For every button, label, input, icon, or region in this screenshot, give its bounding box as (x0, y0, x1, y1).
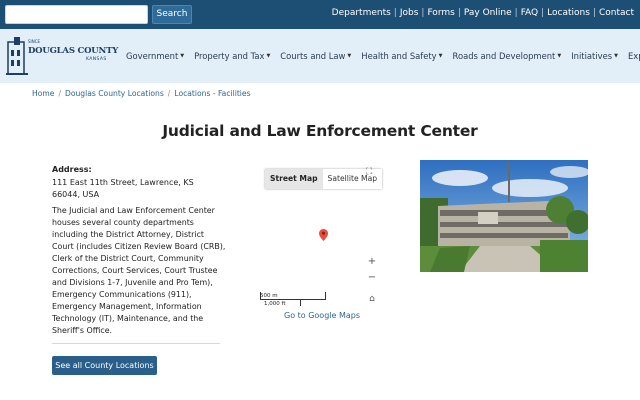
utility-links: Departments | Jobs | Forms | Pay Online | FAQ | Lo… (331, 8, 634, 18)
nav-item-initiatives[interactable]: Initiatives ▼ (571, 51, 618, 61)
county-logo[interactable]: SINCE DOUGLAS COUNTY KANSAS (6, 36, 118, 76)
address-text: 111 East 11th Street, Lawrence, KS 66044… (52, 178, 194, 199)
location-map[interactable]: Street Map Satellite Map ⛶ + − ⌂ 500 m 1… (258, 164, 388, 324)
nav-label: Courts and Law (280, 51, 346, 61)
nav-menu: Government ▼ Property and Tax ▼ Courts and… (126, 51, 640, 61)
search-input[interactable] (5, 5, 148, 24)
caret-down-icon: ▼ (180, 53, 185, 59)
zoom-out-button[interactable]: − (364, 271, 380, 287)
facility-description: The Judicial and Law Enforcement Center … (52, 206, 226, 335)
nav-item-property-and-tax[interactable]: Property and Tax ▼ (194, 51, 270, 61)
utility-link-locations[interactable]: Locations (547, 8, 590, 18)
street-map-button[interactable]: Street Map (265, 169, 323, 189)
courthouse-logo-icon (6, 37, 28, 75)
logo-subtitle: KANSAS (86, 57, 107, 62)
scale-tick (300, 299, 301, 306)
utility-link-pay-online[interactable]: Pay Online (464, 8, 512, 18)
nav-label: Health and Safety (361, 51, 437, 61)
breadcrumb-home[interactable]: Home (32, 89, 54, 98)
nav-label: Initiatives (571, 51, 613, 61)
map-pin-icon[interactable] (319, 229, 328, 241)
scale-metric-label: 500 m (260, 293, 278, 299)
map-type-control: Street Map Satellite Map (265, 169, 383, 189)
breadcrumb: Home / Douglas County Locations / Locations … (32, 89, 251, 98)
nav-item-courts-and-law[interactable]: Courts and Law ▼ (280, 51, 351, 61)
building-photo (420, 160, 588, 272)
utility-link-faq[interactable]: FAQ (521, 8, 538, 18)
nav-label: Roads and Development (452, 51, 556, 61)
page-title: Judicial and Law Enforcement Center (162, 122, 478, 140)
search-button[interactable]: Search (152, 5, 192, 24)
nav-item-government[interactable]: Government ▼ (126, 51, 184, 61)
nav-label: Government (126, 51, 179, 61)
google-maps-link[interactable]: Go to Google Maps (284, 311, 360, 320)
nav-item-roads-and-development[interactable]: Roads and Development ▼ (453, 51, 562, 61)
scale-imperial-label: 1,000 ft (264, 301, 286, 307)
nav-label: Property and Tax (194, 51, 265, 61)
caret-down-icon: ▼ (438, 53, 443, 59)
building-photo-image (420, 160, 588, 272)
breadcrumb-facilities[interactable]: Locations - Facilities (174, 89, 250, 98)
zoom-in-button[interactable]: + (364, 254, 380, 270)
utility-link-forms[interactable]: Forms (427, 8, 454, 18)
nav-item-explore[interactable]: Explore▼ (628, 51, 640, 61)
utility-link-contact[interactable]: Contact (599, 8, 634, 18)
divider (52, 343, 220, 344)
caret-down-icon: ▼ (557, 53, 562, 59)
logo-since-text: SINCE (28, 39, 41, 44)
map-scale-bar: 500 m 1,000 ft (260, 291, 326, 307)
main-navbar: SINCE DOUGLAS COUNTY KANSAS Government ▼ … (0, 29, 640, 83)
scale-tick (325, 292, 326, 299)
logo-title: DOUGLAS COUNTY (28, 46, 119, 56)
utility-bar: Search Departments | Jobs | Forms | Pay Online… (0, 0, 640, 29)
nav-item-health-and-safety[interactable]: Health and Safety ▼ (361, 51, 442, 61)
breadcrumb-locations[interactable]: Douglas County Locations (65, 89, 164, 98)
nav-label: Explore (628, 51, 640, 61)
caret-down-icon: ▼ (347, 53, 352, 59)
caret-down-icon: ▼ (614, 53, 618, 59)
utility-link-jobs[interactable]: Jobs (400, 8, 419, 18)
see-all-locations-button[interactable]: See all County Locations (52, 356, 157, 375)
address-label: Address: (52, 165, 92, 174)
fullscreen-icon[interactable]: ⛶ (366, 167, 378, 179)
caret-down-icon: ▼ (266, 53, 271, 59)
home-icon[interactable]: ⌂ (364, 291, 380, 307)
scale-line (260, 299, 326, 300)
utility-link-departments[interactable]: Departments (332, 8, 391, 18)
